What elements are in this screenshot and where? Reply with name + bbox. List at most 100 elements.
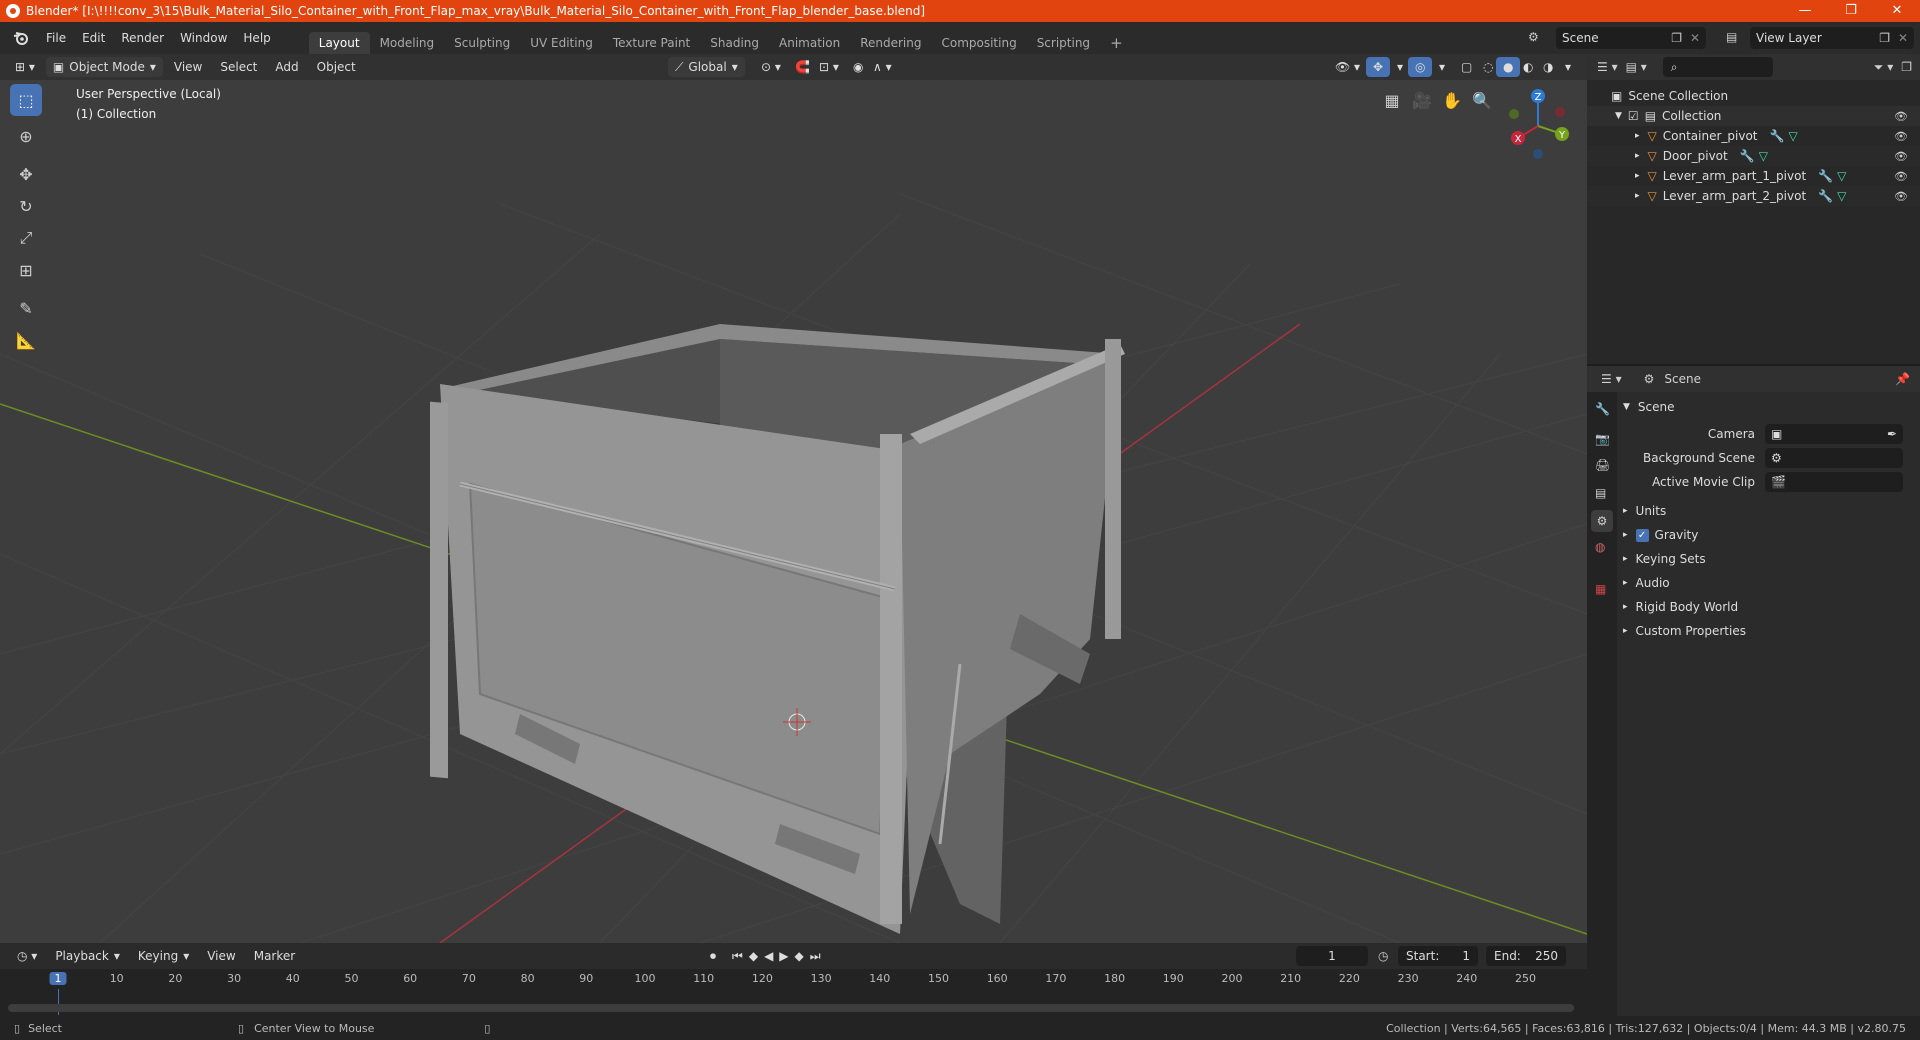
custom-properties-panel[interactable]: ▸ Custom Properties xyxy=(1623,624,1746,638)
measure-tool-icon[interactable]: 📐 xyxy=(10,324,42,356)
snap-target-icon[interactable]: ⊡ ▾ xyxy=(812,57,846,77)
mode-dropdown[interactable]: ▣ Object Mode ▾ xyxy=(45,57,163,77)
eye-icon[interactable]: 👁 xyxy=(1894,190,1908,203)
menu-window[interactable]: Window xyxy=(172,26,235,50)
scene-remove-icon[interactable]: ✕ xyxy=(1690,27,1700,49)
tab-animation[interactable]: Animation xyxy=(769,32,850,54)
tab-uv-editing[interactable]: UV Editing xyxy=(520,32,603,54)
modifier-wrench-icon[interactable]: 🔧 xyxy=(1818,189,1833,203)
expand-arrow-icon[interactable]: ▸ xyxy=(1635,131,1640,141)
world-tab-icon[interactable]: ◍ xyxy=(1595,540,1605,554)
menu-file[interactable]: File xyxy=(38,26,74,50)
mesh-data-icon[interactable]: ▽ xyxy=(1759,149,1768,163)
mesh-data-icon[interactable]: ▽ xyxy=(1837,189,1846,203)
outliner-row-scene-collection[interactable]: ▣ Scene Collection xyxy=(1587,86,1920,106)
eye-icon[interactable]: 👁 xyxy=(1894,110,1908,123)
viewport-menu-select[interactable]: Select xyxy=(213,57,264,77)
3d-viewport[interactable]: ⊞ ▾ ▣ Object Mode ▾ View Select Add Obje… xyxy=(0,54,1587,943)
outliner-row-lever-arm-2[interactable]: ▸ ▽ Lever_arm_part_2_pivot 🔧 ▽ 👁 xyxy=(1587,186,1920,206)
output-tab-icon[interactable]: 🖨 xyxy=(1595,458,1610,472)
tab-layout[interactable]: Layout xyxy=(308,32,370,54)
tab-texture-paint[interactable]: Texture Paint xyxy=(603,32,700,54)
gravity-panel[interactable]: ▸ ✓ Gravity xyxy=(1623,528,1698,542)
scene-panel-header[interactable]: ▼ Scene xyxy=(1623,400,1913,414)
render-tab-icon[interactable]: 📷 xyxy=(1595,432,1610,446)
gravity-checkbox-icon[interactable]: ✓ xyxy=(1635,528,1649,542)
tab-rendering[interactable]: Rendering xyxy=(850,32,931,54)
tab-shading[interactable]: Shading xyxy=(700,32,769,54)
texture-tab-icon[interactable]: ▦ xyxy=(1595,582,1606,596)
rigid-body-world-panel[interactable]: ▸ Rigid Body World xyxy=(1623,600,1738,614)
marker-menu[interactable]: Marker xyxy=(247,946,302,966)
record-icon[interactable]: ⏺ xyxy=(710,949,716,964)
keying-sets-panel[interactable]: ▸ Keying Sets xyxy=(1623,552,1706,566)
movie-clip-field[interactable]: 🎬 xyxy=(1765,472,1903,492)
outliner-row-door-pivot[interactable]: ▸ ▽ Door_pivot 🔧 ▽ 👁 xyxy=(1587,146,1920,166)
current-frame-field[interactable]: 1 xyxy=(1296,946,1368,966)
view-layer-new-icon[interactable]: ❐ xyxy=(1879,27,1890,49)
prev-keyframe-icon[interactable]: ◆ xyxy=(749,949,758,964)
shading-dropdown-icon[interactable]: ▾ xyxy=(1558,57,1578,77)
minimize-button[interactable]: — xyxy=(1782,0,1828,22)
mesh-data-icon[interactable]: ▽ xyxy=(1837,169,1846,183)
view-layer-tab-icon[interactable]: ▤ xyxy=(1595,486,1606,500)
scene-type-icon[interactable]: ⚙ xyxy=(1528,30,1539,44)
expand-arrow-icon[interactable]: ▸ xyxy=(1635,191,1640,201)
timeline-ruler[interactable]: 1 10 20 30 40 50 60 70 80 90 100 110 120 130 140 150 160… xyxy=(0,969,1587,1015)
eye-icon[interactable]: 👁 xyxy=(1894,150,1908,163)
eye-icon[interactable]: 👁 xyxy=(1894,170,1908,183)
modifier-wrench-icon[interactable]: 🔧 xyxy=(1740,149,1755,163)
audio-panel[interactable]: ▸ Audio xyxy=(1623,576,1670,590)
mesh-data-icon[interactable]: ▽ xyxy=(1788,129,1797,143)
expand-arrow-icon[interactable]: ▼ xyxy=(1615,111,1622,121)
expand-arrow-icon[interactable]: ▸ xyxy=(1635,171,1640,181)
transform-tool-icon[interactable]: ⊞ xyxy=(10,254,42,286)
end-frame-field[interactable]: End: 250 xyxy=(1486,946,1566,966)
menu-render[interactable]: Render xyxy=(113,26,172,50)
zoom-view-icon[interactable]: 🔍 xyxy=(1470,88,1494,112)
tab-sculpting[interactable]: Sculpting xyxy=(444,32,520,54)
move-tool-icon[interactable]: ✥ xyxy=(10,158,42,190)
scene-new-icon[interactable]: ❐ xyxy=(1671,27,1682,49)
outliner-editor-icon[interactable]: ☰ ▾ xyxy=(1597,60,1618,74)
annotate-tool-icon[interactable]: ✎ xyxy=(10,292,42,324)
playback-menu[interactable]: Playback ▾ xyxy=(48,946,127,966)
viewport-menu-add[interactable]: Add xyxy=(268,57,305,77)
eyedropper-icon[interactable]: ✒ xyxy=(1887,424,1903,444)
orientation-dropdown[interactable]: ⟋ Global ▾ xyxy=(668,57,745,77)
pivot-point-icon[interactable]: ⊙ ▾ xyxy=(754,57,788,77)
checkbox-icon[interactable]: ☑ xyxy=(1628,109,1639,123)
viewport-menu-view[interactable]: View xyxy=(167,57,209,77)
outliner-search-input[interactable]: ⌕ xyxy=(1662,57,1773,77)
editor-type-icon[interactable]: ⊞ ▾ xyxy=(8,57,42,77)
expand-arrow-icon[interactable]: ▸ xyxy=(1635,151,1640,161)
view-layer-remove-icon[interactable]: ✕ xyxy=(1898,27,1908,49)
display-mode-icon[interactable]: ▤ ▾ xyxy=(1626,60,1647,74)
scene-selector[interactable]: Scene ❐ ✕ xyxy=(1556,27,1706,49)
rotate-tool-icon[interactable]: ↻ xyxy=(10,190,42,222)
menu-help[interactable]: Help xyxy=(235,26,278,50)
view-layer-selector[interactable]: View Layer ❐ ✕ xyxy=(1750,27,1914,49)
scale-tool-icon[interactable]: ⤢ xyxy=(10,222,42,254)
falloff-icon[interactable]: ∧ ▾ xyxy=(866,57,899,77)
pan-view-icon[interactable]: ✋ xyxy=(1440,88,1464,112)
outliner-row-container-pivot[interactable]: ▸ ▽ Container_pivot 🔧 ▽ 👁 xyxy=(1587,126,1920,146)
camera-view-icon[interactable]: 🎥 xyxy=(1410,88,1434,112)
tab-modeling[interactable]: Modeling xyxy=(370,32,445,54)
properties-editor-icon[interactable]: ☰ ▾ xyxy=(1601,372,1622,386)
blender-menu-icon[interactable] xyxy=(10,27,32,49)
eye-icon[interactable]: 👁 xyxy=(1894,130,1908,143)
pin-icon[interactable]: 📌 xyxy=(1895,372,1910,386)
tab-compositing[interactable]: Compositing xyxy=(931,32,1026,54)
menu-edit[interactable]: Edit xyxy=(74,26,113,50)
overlay-toggle-icon[interactable]: ◎ xyxy=(1408,57,1433,77)
next-keyframe-icon[interactable]: ◆ xyxy=(795,949,804,964)
preview-range-icon[interactable]: ◷ xyxy=(1378,949,1388,963)
outliner-row-lever-arm-1[interactable]: ▸ ▽ Lever_arm_part_1_pivot 🔧 ▽ 👁 xyxy=(1587,166,1920,186)
timeline-view-menu[interactable]: View xyxy=(200,946,242,966)
filter-icon[interactable]: ⏷ ▾ xyxy=(1874,60,1893,75)
viewport-menu-object[interactable]: Object xyxy=(310,57,363,77)
current-frame-marker[interactable]: 1 xyxy=(49,972,67,985)
restore-button[interactable]: ❐ xyxy=(1828,0,1874,22)
camera-field[interactable]: ▣ ✒ xyxy=(1765,424,1903,444)
